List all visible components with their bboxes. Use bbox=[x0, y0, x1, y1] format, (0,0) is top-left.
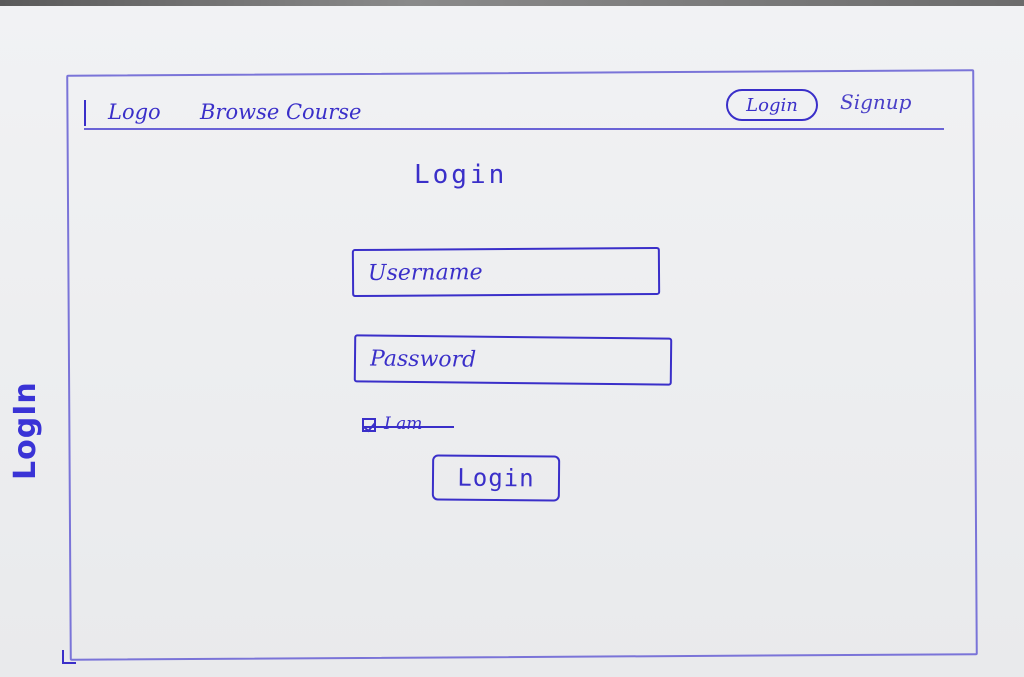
nav-browse-course-link[interactable]: Browse Course bbox=[200, 100, 361, 124]
remember-label: I am bbox=[384, 414, 423, 434]
frame-corner-mark bbox=[62, 650, 76, 664]
remember-checkbox[interactable] bbox=[362, 418, 376, 432]
password-input[interactable] bbox=[353, 334, 673, 386]
nav-login-button[interactable]: Login bbox=[726, 89, 818, 121]
table-edge bbox=[0, 0, 1024, 6]
navbar-left-edge bbox=[84, 100, 86, 126]
login-submit-button[interactable]: Login bbox=[431, 454, 561, 502]
page-title: Login bbox=[414, 160, 508, 190]
nav-logo[interactable]: Logo bbox=[108, 100, 161, 124]
username-input[interactable] bbox=[351, 246, 661, 298]
strikethrough-mark bbox=[362, 426, 454, 428]
remember-me[interactable]: I am bbox=[362, 414, 462, 438]
nav-signup-link[interactable]: Signup bbox=[840, 90, 911, 114]
sketch-side-title: LogIn bbox=[8, 381, 43, 480]
